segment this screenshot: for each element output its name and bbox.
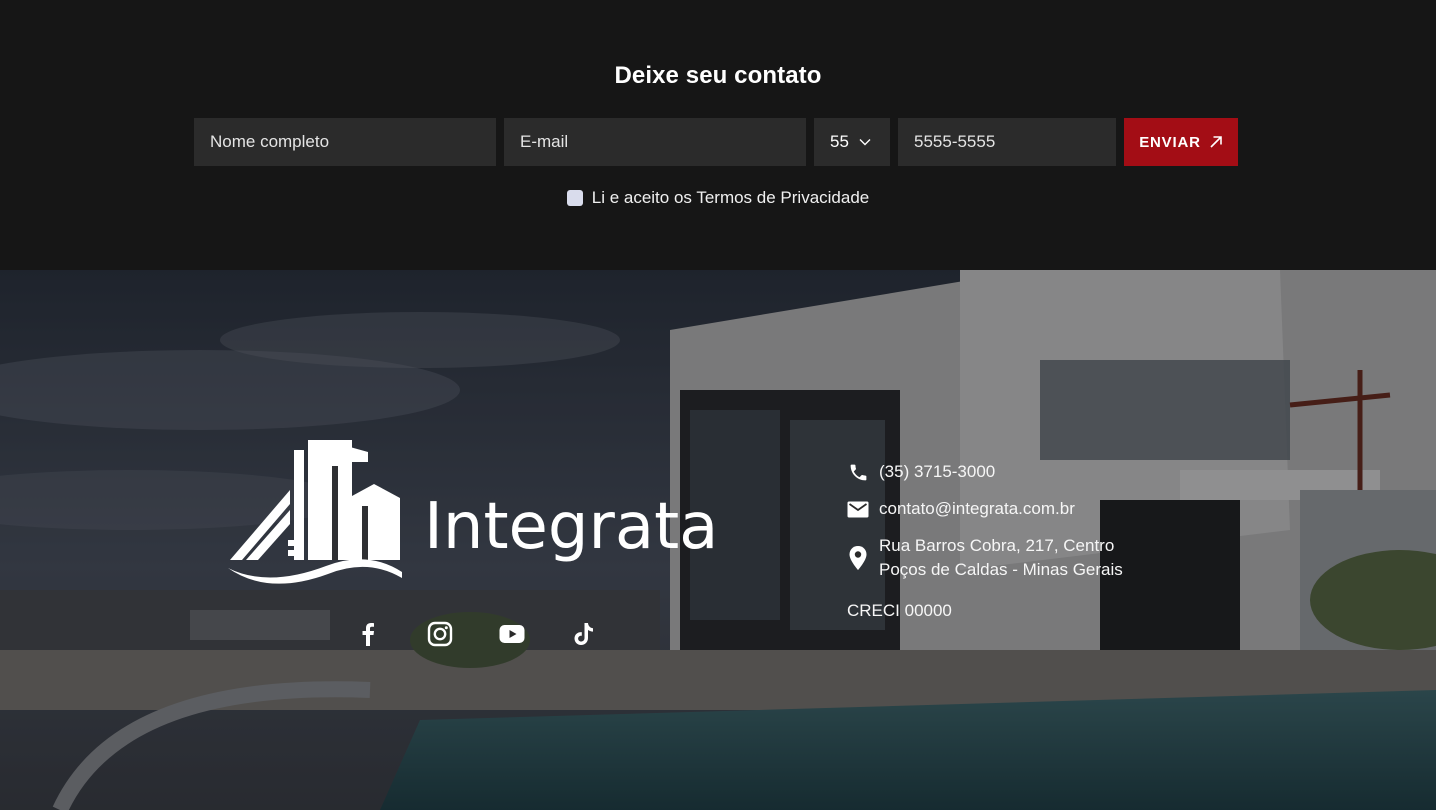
instagram-icon[interactable]: [424, 616, 456, 652]
creci-text: CRECI 00000: [847, 601, 952, 620]
youtube-icon[interactable]: [496, 616, 528, 652]
email-row[interactable]: contato@integrata.com.br: [847, 497, 1167, 521]
name-input[interactable]: [194, 118, 496, 166]
contact-info: (35) 3715-3000 contato@integrata.com.br …: [847, 460, 1167, 621]
ddd-select[interactable]: 55: [814, 118, 890, 166]
tiktok-icon[interactable]: [568, 616, 600, 652]
contact-title: Deixe seu contato: [614, 62, 822, 89]
contact-section: Deixe seu contato 55 ENVIAR Li e aceito …: [0, 0, 1436, 270]
address-line-2: Poços de Caldas - Minas Gerais: [879, 560, 1123, 579]
footer-phone: (35) 3715-3000: [879, 462, 996, 481]
social-links: [352, 616, 600, 652]
phone-row[interactable]: (35) 3715-3000: [847, 460, 1167, 484]
phone-input[interactable]: [898, 118, 1116, 166]
integrata-logo[interactable]: Integrata: [228, 436, 738, 586]
logo-wordmark: Integrata: [424, 490, 718, 564]
ddd-value: 55: [830, 132, 849, 151]
address-line-1: Rua Barros Cobra, 217, Centro: [879, 536, 1115, 555]
logo-mark: Integrata: [228, 440, 718, 584]
terms-checkbox[interactable]: [566, 190, 583, 206]
phone-icon: [847, 460, 869, 484]
footer-email: contato@integrata.com.br: [879, 499, 1075, 518]
chevron-down-icon: [859, 135, 873, 149]
location-pin-icon: [847, 534, 869, 582]
footer-address: Rua Barros Cobra, 217, Centro Poços de C…: [879, 534, 1123, 582]
address-row: Rua Barros Cobra, 217, Centro Poços de C…: [847, 534, 1167, 582]
send-button[interactable]: ENVIAR: [1124, 118, 1238, 166]
email-input[interactable]: [504, 118, 806, 166]
arrow-up-right-icon: [1210, 136, 1222, 148]
terms-row: Li e aceito os Termos de Privacidade: [0, 188, 1436, 208]
terms-label[interactable]: Li e aceito os Termos de Privacidade: [592, 188, 870, 208]
facebook-icon[interactable]: [352, 616, 384, 652]
mail-icon: [847, 497, 869, 521]
footer: Integrata (35) 3715-3000 contato@integra…: [0, 270, 1436, 810]
send-button-label: ENVIAR: [1139, 133, 1201, 151]
